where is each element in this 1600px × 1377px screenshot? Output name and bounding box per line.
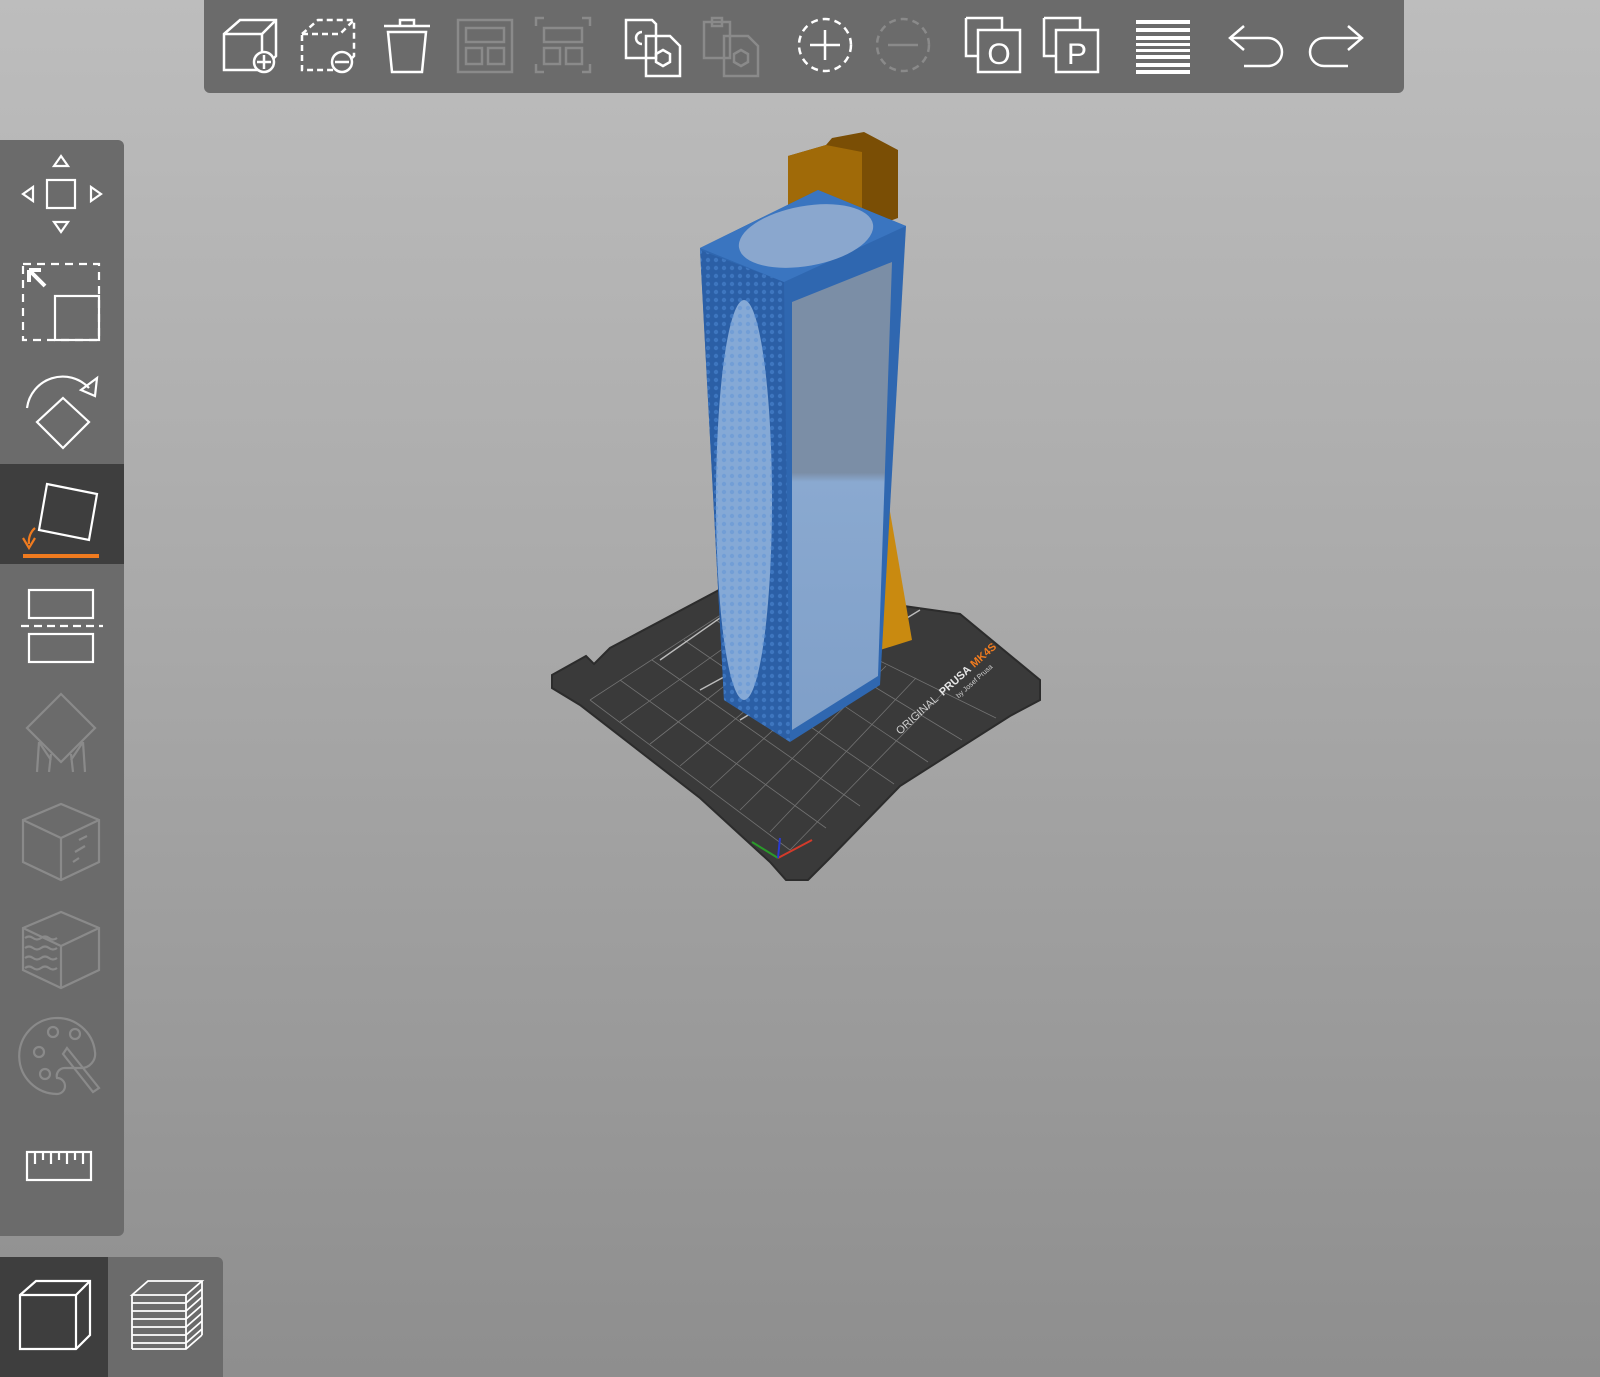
top-toolbar: O P — [204, 0, 1404, 93]
place-on-face-tool-button[interactable] — [0, 464, 124, 564]
view-switcher — [0, 1257, 223, 1377]
add-object-button[interactable] — [218, 12, 284, 78]
support-structure — [788, 132, 912, 650]
3d-view-button[interactable] — [0, 1257, 108, 1377]
paste-button[interactable] — [698, 12, 764, 78]
3d-view-icon — [18, 1279, 92, 1351]
remove-instance-icon — [875, 17, 931, 73]
svg-text:P: P — [1067, 38, 1087, 71]
mmu-paint-tool-icon — [18, 1016, 101, 1096]
3d-scene: ORIGINAL PRUSA MK4S by Josef Prusa — [551, 132, 1041, 881]
delete-object-icon — [300, 18, 356, 74]
print-bed: ORIGINAL PRUSA MK4S by Josef Prusa — [551, 575, 1041, 881]
split-to-objects-icon: O — [964, 16, 1022, 74]
measure-tool-button[interactable] — [0, 1112, 124, 1212]
bed-brand-prefix: ORIGINAL — [894, 693, 941, 737]
add-instance-button[interactable] — [792, 12, 858, 78]
delete-all-button[interactable] — [374, 12, 440, 78]
paste-icon — [702, 16, 760, 78]
axes-gizmo — [751, 837, 813, 859]
add-instance-icon — [797, 17, 853, 73]
place-on-face-tool-icon — [22, 482, 99, 558]
seam-paint-tool-button[interactable] — [0, 788, 124, 888]
redo-button[interactable] — [1302, 12, 1368, 78]
gizmo-sidebar — [0, 140, 124, 1236]
seam-paint-tool-icon — [21, 802, 101, 882]
variable-layer-height-icon — [1136, 20, 1190, 74]
copy-button[interactable] — [620, 12, 686, 78]
delete-all-icon — [384, 18, 430, 74]
bed-brand-name: PRUSA — [937, 664, 974, 699]
redo-icon — [1308, 25, 1364, 68]
support-paint-tool-button[interactable] — [0, 680, 124, 780]
variable-layer-height-button[interactable] — [1130, 12, 1196, 78]
svg-text:O: O — [987, 38, 1010, 71]
fuzzy-skin-tool-button[interactable] — [0, 896, 124, 996]
cut-tool-icon — [21, 588, 103, 664]
move-tool-button[interactable] — [0, 140, 124, 240]
split-to-objects-button[interactable]: O — [960, 12, 1026, 78]
move-tool-icon — [21, 154, 103, 234]
measure-tool-icon — [25, 1150, 93, 1182]
undo-icon — [1228, 25, 1284, 68]
arrange-button[interactable] — [452, 12, 518, 78]
undo-button[interactable] — [1224, 12, 1290, 78]
model-object — [700, 190, 906, 742]
preview-layers-icon — [129, 1280, 205, 1350]
fuzzy-skin-tool-icon — [21, 910, 101, 990]
support-paint-tool-icon — [25, 692, 97, 773]
rotate-tool-icon — [25, 375, 99, 450]
scale-tool-button[interactable] — [0, 248, 124, 348]
arrange-selection-icon — [534, 16, 592, 74]
arrange-selection-button[interactable] — [530, 12, 596, 78]
bed-brand-sub: by Josef Prusa — [955, 664, 994, 700]
delete-object-button[interactable] — [296, 12, 362, 78]
rotate-tool-button[interactable] — [0, 356, 124, 456]
scale-tool-icon — [21, 262, 101, 342]
copy-icon — [624, 18, 682, 78]
add-object-icon — [222, 18, 278, 74]
remove-instance-button[interactable] — [870, 12, 936, 78]
preview-button[interactable] — [112, 1257, 220, 1377]
split-to-parts-icon: P — [1042, 16, 1100, 74]
mmu-paint-tool-button[interactable] — [0, 1004, 124, 1104]
bed-brand-model: MK4S — [968, 641, 999, 670]
split-to-parts-button[interactable]: P — [1038, 12, 1104, 78]
arrange-icon — [456, 18, 514, 74]
cut-tool-button[interactable] — [0, 572, 124, 672]
